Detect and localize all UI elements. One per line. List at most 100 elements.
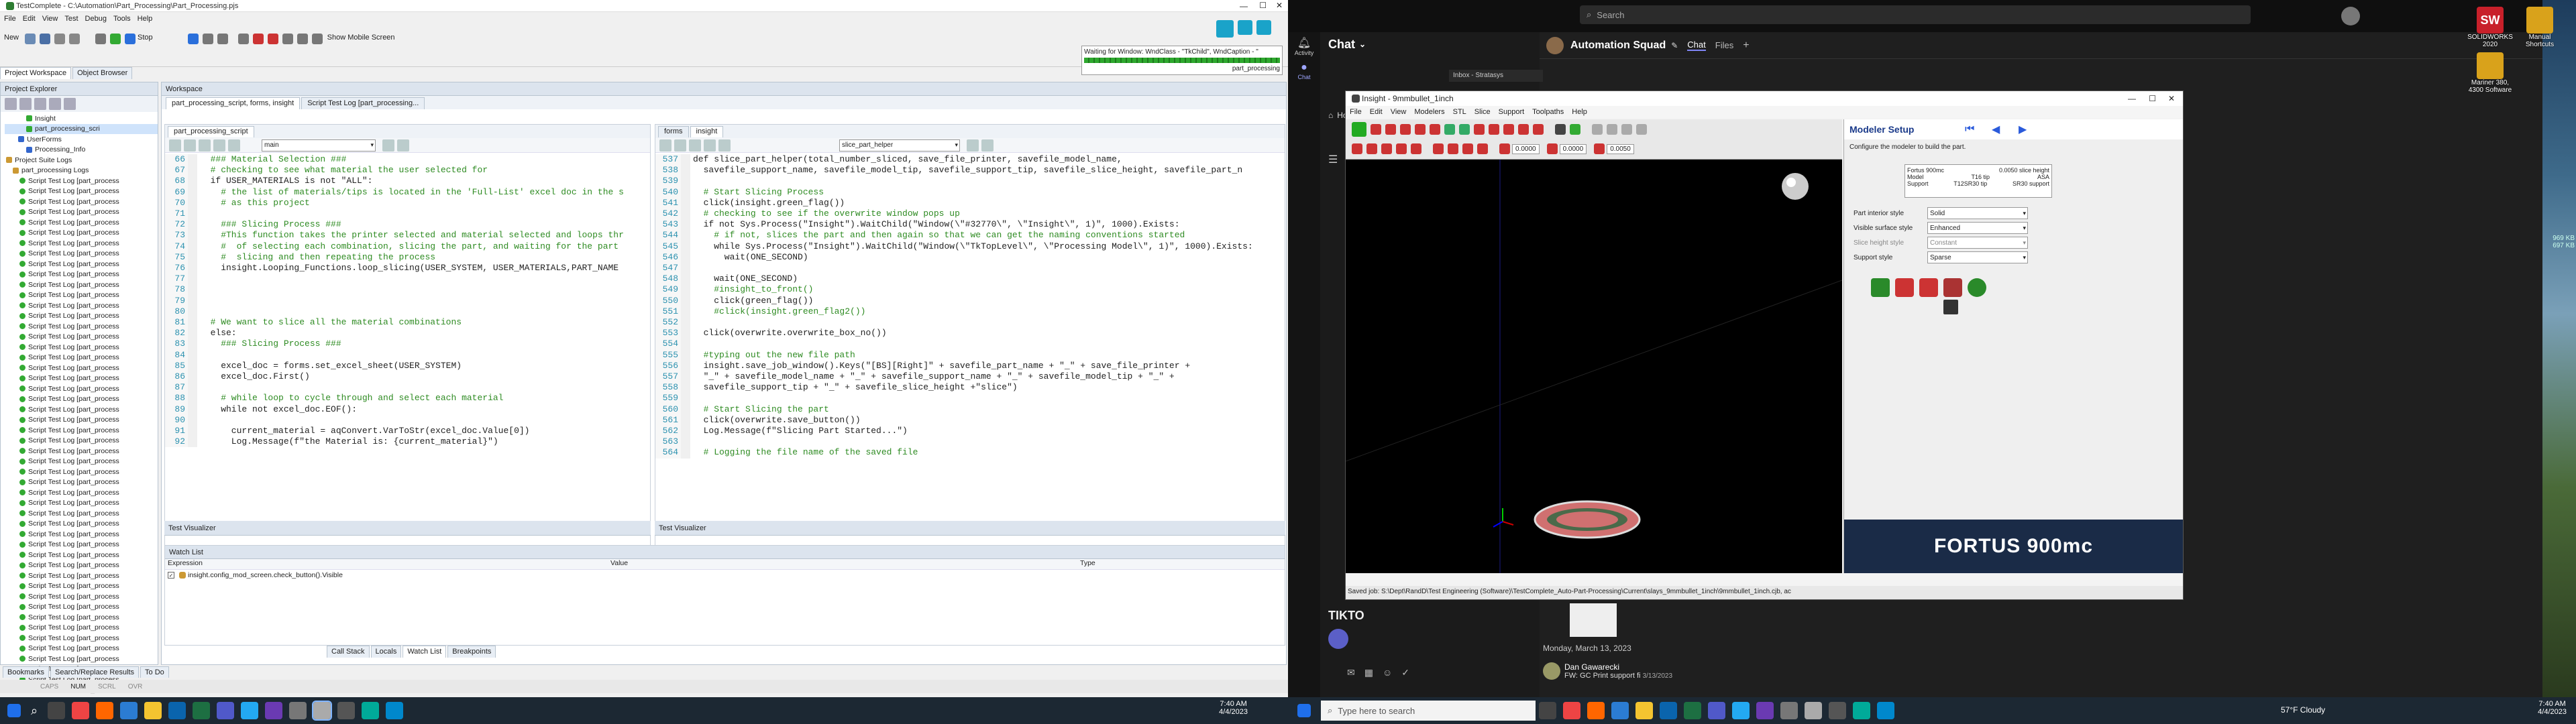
toolbar-icon[interactable] — [1430, 124, 1440, 135]
edge-icon[interactable] — [120, 702, 138, 719]
step-over-icon[interactable] — [217, 34, 228, 44]
log-item[interactable]: Script Test Log [part_process — [5, 467, 158, 477]
log-item[interactable]: Script Test Log [part_process — [5, 623, 158, 634]
stop-icon[interactable] — [125, 34, 136, 44]
app-icon[interactable] — [289, 702, 307, 719]
tab-locals[interactable]: Locals — [370, 646, 402, 658]
watch-checkbox[interactable]: ✓ — [168, 572, 174, 579]
go-icon[interactable] — [1570, 124, 1580, 135]
code-area-right[interactable]: 537 538 539 540 541 542 543 544 545 546 547 548 549 5… — [655, 153, 1285, 459]
tool-icon[interactable] — [282, 34, 293, 44]
toolbar-icon[interactable] — [1533, 124, 1544, 135]
app-icon[interactable] — [1877, 702, 1894, 719]
excel-icon[interactable] — [1684, 702, 1701, 719]
menu-item[interactable]: Edit — [23, 15, 36, 23]
log-item[interactable]: Script Test Log [part_process — [5, 300, 158, 311]
settings-icon[interactable] — [297, 34, 308, 44]
save-icon[interactable] — [40, 34, 51, 44]
refresh-icon[interactable] — [49, 98, 61, 110]
log-item[interactable]: Script Test Log [part_process — [5, 446, 158, 457]
search-icon[interactable]: ⌕ — [31, 704, 38, 718]
code-area-left[interactable]: 66 67 68 69 70 71 72 73 74 75 76 77 78 79 80 81 82 83 84 85… — [165, 153, 650, 448]
forward-icon[interactable] — [397, 139, 409, 152]
desktop-icon[interactable]: SW SOLIDWORKS 2020 — [2465, 7, 2515, 48]
log-item[interactable]: Script Test Log [part_process — [5, 342, 158, 353]
minimize-button[interactable]: — — [1240, 1, 1248, 11]
log-item[interactable]: Script Test Log [part_process — [5, 332, 158, 343]
edit-icon[interactable]: ✎ — [1671, 41, 1678, 50]
field-dropdown[interactable]: Constant — [1927, 237, 2028, 249]
log-item[interactable]: Script Test Log [part_process — [5, 373, 158, 384]
windows-start-icon[interactable] — [7, 704, 21, 717]
nav-first-icon[interactable]: ⏮ — [1965, 123, 1974, 135]
toolbar-icon[interactable] — [1459, 124, 1470, 135]
new-button[interactable]: New — [4, 34, 19, 42]
log-item[interactable]: Script Test Log [part_process — [5, 529, 158, 540]
log-item[interactable]: Script Test Log [part_process — [5, 394, 158, 405]
log-item[interactable]: Script Test Log [part_process — [5, 540, 158, 550]
log-item[interactable]: Script Test Log [part_process — [5, 176, 158, 186]
build-icon[interactable] — [1871, 278, 1890, 297]
log-item[interactable]: Script Test Log [part_process — [5, 457, 158, 467]
log-item[interactable]: Script Test Log [part_process — [5, 477, 158, 488]
log-item[interactable]: Script Test Log [part_process — [5, 560, 158, 571]
toolbar-icon[interactable] — [1381, 143, 1392, 154]
tab-chat[interactable]: Chat — [1687, 40, 1706, 51]
tab-script-test-log[interactable]: Script Test Log [part_processing... — [301, 97, 425, 109]
toolbar-icon[interactable] — [1400, 124, 1411, 135]
bookmark-icon[interactable] — [718, 139, 731, 152]
bookmark-icon[interactable] — [228, 139, 240, 152]
teams-icon[interactable] — [1708, 702, 1725, 719]
tab-object-browser[interactable]: Object Browser — [72, 67, 133, 79]
toolbar-icon[interactable] — [1462, 143, 1473, 154]
offset-field-1[interactable]: 0.0000 — [1512, 143, 1540, 154]
insight-menu-item[interactable]: Slice — [1474, 108, 1491, 116]
log-item[interactable]: Script Test Log [part_process — [5, 654, 158, 664]
outlook-icon[interactable] — [1660, 702, 1677, 719]
tree-item[interactable]: UserForms — [5, 134, 158, 145]
toolpath-icon[interactable] — [1895, 278, 1914, 297]
model-viewport[interactable] — [1346, 160, 1842, 573]
mail-icon[interactable]: ✉ — [1347, 667, 1355, 678]
menu-item[interactable]: View — [42, 15, 58, 23]
outlook-icon[interactable] — [168, 702, 186, 719]
insight-menu-item[interactable]: Edit — [1370, 108, 1383, 116]
indent-icon[interactable] — [169, 139, 181, 152]
testcomplete-taskbar-icon[interactable] — [312, 701, 333, 721]
routine-dropdown[interactable]: slice_part_helper — [839, 139, 960, 152]
tab-breakpoints[interactable]: Breakpoints — [447, 646, 496, 658]
chrome-icon[interactable] — [72, 702, 90, 719]
back-icon[interactable] — [967, 139, 979, 152]
insight-menu-item[interactable]: View — [1391, 108, 1407, 116]
menu-item[interactable]: Debug — [85, 15, 107, 23]
toolbar-icon[interactable] — [1474, 124, 1485, 135]
explorer-icon[interactable] — [144, 702, 162, 719]
calendar-icon[interactable]: ▦ — [1364, 667, 1373, 678]
firefox-icon[interactable] — [96, 702, 114, 719]
add-tab-icon[interactable]: + — [1743, 40, 1749, 52]
tab-forms[interactable]: forms — [658, 125, 689, 137]
menu-icon[interactable]: ☰ — [1328, 153, 1338, 166]
field-dropdown[interactable]: Sparse — [1927, 251, 2028, 263]
inbox-tab[interactable]: Inbox - Stratasys — [1449, 70, 1543, 82]
log-item[interactable]: Script Test Log [part_process — [5, 487, 158, 498]
step-icon[interactable] — [202, 34, 213, 44]
recorder-icon[interactable] — [1216, 20, 1234, 38]
offset-field-3[interactable]: 0.0050 — [1607, 143, 1634, 154]
bug-icon[interactable] — [267, 34, 278, 44]
zoom-fit-icon[interactable] — [1636, 124, 1647, 135]
log-item[interactable]: Script Test Log [part_process — [5, 519, 158, 530]
checkpoint-icon[interactable] — [252, 34, 264, 44]
toolbar-icon[interactable] — [1433, 143, 1444, 154]
object-spy-icon[interactable] — [237, 34, 249, 44]
log-item[interactable]: Script Test Log [part_process — [5, 280, 158, 290]
toolbar-icon[interactable] — [1415, 124, 1426, 135]
app-icon[interactable] — [265, 702, 283, 719]
back-icon[interactable] — [382, 139, 394, 152]
vscode-icon[interactable] — [1732, 702, 1750, 719]
log-item[interactable]: Script Test Log [part_process — [5, 404, 158, 415]
log-item[interactable]: Script Test Log [part_process — [5, 425, 158, 436]
vscode-icon[interactable] — [241, 702, 259, 719]
log-item[interactable]: Script Test Log [part_process — [5, 321, 158, 332]
toolbar-icon[interactable] — [1477, 143, 1488, 154]
